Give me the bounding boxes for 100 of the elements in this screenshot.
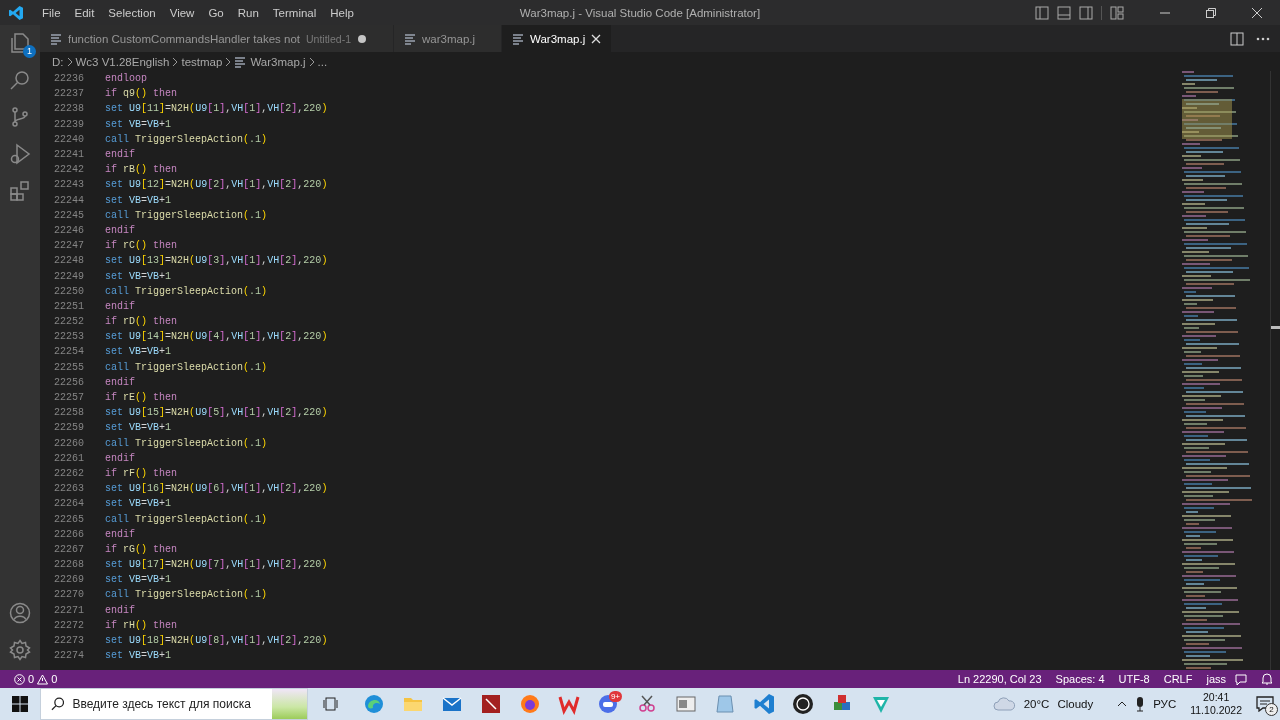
line-number: 22256	[53, 376, 85, 388]
status-item[interactable]: jass	[1200, 673, 1232, 685]
code-line: call TriggerSleepAction(.1)	[105, 209, 268, 221]
menu-item[interactable]: View	[163, 4, 201, 21]
code-line: set VB=VB+1	[105, 270, 172, 282]
gamepad-icon[interactable]	[596, 693, 619, 715]
status-item[interactable]: UTF-8	[1112, 673, 1156, 685]
code-line: set U9[16]=N2H(U9[6],VH[1],VH[2],220)	[105, 483, 328, 495]
account-icon[interactable]	[8, 601, 32, 625]
editor-tab[interactable]: war3map.j	[394, 25, 503, 52]
line-number: 22273	[53, 635, 85, 647]
warning-icon	[37, 673, 49, 685]
editor-tab[interactable]: War3map.j	[502, 25, 613, 52]
language-indicator[interactable]: РУС	[1153, 698, 1177, 710]
sidebar-layout-icon[interactable]	[1079, 5, 1093, 20]
code-line: call TriggerSleepAction(.1)	[105, 437, 268, 449]
line-number: 22246	[53, 224, 85, 236]
menu-item[interactable]: Go	[202, 4, 230, 21]
browser-icon[interactable]	[518, 693, 541, 715]
file-lines-icon	[50, 32, 62, 45]
flower-illustration	[272, 689, 307, 719]
editor-tab[interactable]: function CustomCommandsHandler takes not Untitled-1	[40, 25, 394, 52]
close-icon[interactable]	[591, 33, 602, 44]
browser-icon[interactable]	[362, 693, 385, 715]
line-number: 22239	[53, 118, 85, 130]
breadcrumb-item[interactable]: War3map.j	[250, 55, 306, 68]
code-line: set VB=VB+1	[105, 650, 172, 662]
line-number: 22244	[53, 194, 85, 206]
line-number: 22267	[53, 543, 85, 555]
layout-grid-icon[interactable]	[1110, 5, 1124, 20]
files-icon[interactable]	[8, 31, 32, 55]
code-editor-icon[interactable]	[752, 693, 775, 715]
menu-item[interactable]: Terminal	[266, 4, 323, 21]
clock-date[interactable]: 11.10.2022	[1190, 704, 1242, 717]
status-item[interactable]: CRLF	[1157, 673, 1199, 685]
search-field[interactable]: Введите здесь текст для поиска	[72, 697, 265, 711]
status-item[interactable]: Ln 22290, Col 23	[951, 673, 1048, 685]
record-icon[interactable]	[791, 693, 814, 715]
line-number: 22240	[53, 133, 85, 145]
run-debug-icon[interactable]	[8, 142, 32, 166]
extensions-icon[interactable]	[8, 179, 32, 203]
menu-item[interactable]: Selection	[102, 4, 162, 21]
unsaved-dot-icon[interactable]	[357, 33, 367, 44]
chevron-up-icon[interactable]	[1117, 701, 1128, 707]
code-line: set U9[17]=N2H(U9[7],VH[1],VH[2],220)	[105, 559, 328, 571]
tablet-icon[interactable]	[713, 693, 736, 715]
scrollbar-thumb[interactable]	[1271, 326, 1280, 329]
code-line: if rG() then	[105, 543, 178, 555]
chevron-right-icon	[225, 56, 232, 67]
problems-button[interactable]: 0 0	[8, 673, 64, 685]
code-line: set U9[11]=N2H(U9[1],VH[1],VH[2],220)	[105, 103, 328, 115]
notification-icon[interactable]	[1256, 696, 1274, 712]
restore-icon	[1206, 7, 1216, 18]
menu-item[interactable]: Edit	[68, 4, 101, 21]
line-number: 22241	[53, 149, 85, 161]
close-icon	[1252, 7, 1262, 18]
feedback-icon[interactable]	[1234, 672, 1248, 686]
settings-icon[interactable]	[8, 638, 32, 662]
status-item[interactable]: Spaces: 4	[1049, 673, 1111, 685]
panel-layout-icon[interactable]	[1057, 5, 1071, 20]
line-number: 22247	[53, 240, 85, 252]
breadcrumb-item[interactable]: testmap	[181, 55, 223, 68]
menu-item[interactable]: Run	[231, 4, 265, 21]
breadcrumb-item[interactable]: ...	[317, 55, 328, 68]
split-editor-icon[interactable]	[1230, 31, 1244, 46]
line-number: 22257	[53, 392, 85, 404]
code-line: set VB=VB+1	[105, 422, 172, 434]
menu-item[interactable]: File	[36, 4, 67, 21]
cloud-icon	[991, 696, 1016, 712]
sidebar-layout-icon[interactable]	[1035, 5, 1049, 20]
windows-logo-icon[interactable]	[12, 696, 28, 712]
tab-label: function CustomCommandsHandler takes not	[68, 32, 301, 45]
breadcrumb-item[interactable]: Wc3 V1.28English	[75, 55, 170, 68]
menu-item[interactable]: Help	[324, 4, 360, 21]
code-line: endif	[105, 224, 135, 236]
window-app-icon[interactable]	[674, 693, 697, 715]
clock-time[interactable]: 20:41	[1202, 691, 1230, 704]
line-number: 22265	[53, 513, 85, 525]
breadcrumb-item[interactable]: D:	[52, 55, 64, 68]
more-actions-icon[interactable]	[1256, 36, 1270, 41]
app-logo-icon	[8, 4, 24, 21]
search-field[interactable]: Введите здесь текст для поиска	[40, 688, 308, 720]
file-lines-icon	[234, 55, 247, 68]
search-icon[interactable]	[8, 68, 32, 92]
code-line: if rB() then	[105, 164, 178, 176]
line-number: 22252	[53, 316, 85, 328]
line-number: 22264	[53, 498, 85, 510]
line-number: 22249	[53, 270, 85, 282]
task-view-icon[interactable]	[323, 696, 339, 712]
line-number: 22258	[53, 407, 85, 419]
code-line: endif	[105, 604, 135, 616]
bell-icon[interactable]	[1260, 672, 1274, 686]
code-line: set VB=VB+1	[105, 574, 172, 586]
code-line: set U9[15]=N2H(U9[5],VH[1],VH[2],220)	[105, 407, 328, 419]
file-lines-icon	[512, 32, 525, 45]
line-number: 22269	[53, 574, 85, 586]
weather-condition: Cloudy	[1057, 698, 1094, 710]
microphone-icon[interactable]	[1135, 696, 1146, 712]
line-number: 22237	[53, 88, 85, 100]
code-line: set VB=VB+1	[105, 346, 172, 358]
